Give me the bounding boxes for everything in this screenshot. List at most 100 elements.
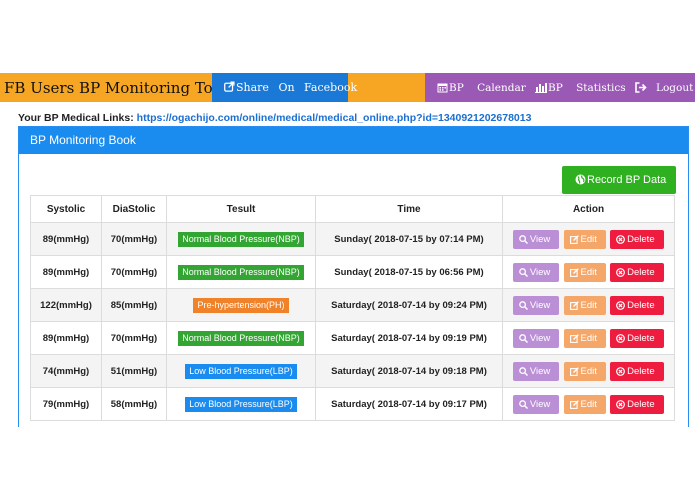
edit-button[interactable]: Edit <box>563 328 606 348</box>
edit-button[interactable]: Edit <box>563 295 606 315</box>
nav-label: BP Calendar <box>449 82 526 94</box>
time-cell: Sunday( 2018-07-15 by 07:14 PM) <box>315 222 503 256</box>
col-systolic: Systolic <box>30 195 102 223</box>
edit-label: Edit <box>580 266 597 278</box>
record-bp-button[interactable]: Record BP Data <box>562 166 676 194</box>
systolic-cell: 122(mmHg) <box>30 288 102 322</box>
col-time: Time <box>315 195 503 223</box>
delete-label: Delete <box>627 233 655 245</box>
nav-bp-calendar[interactable]: BP Calendar <box>435 73 526 102</box>
view-button[interactable]: View <box>512 328 559 348</box>
systolic-cell: 79(mmHg) <box>30 387 102 421</box>
edit-label: Edit <box>580 299 597 311</box>
table-row: 79(mmHg) 58(mmHg) Low Blood Pressure(LBP) S… <box>30 387 675 421</box>
time-cell: Saturday( 2018-07-14 by 09:24 PM) <box>315 288 503 322</box>
view-label: View <box>529 398 551 410</box>
main-nav: BP Calendar BP Statistics Logout <box>425 73 695 102</box>
result-cell: Normal Blood Pressure(NBP) <box>166 222 316 256</box>
edit-button[interactable]: Edit <box>563 394 606 414</box>
view-button[interactable]: View <box>512 295 559 315</box>
nav-label: Logout <box>656 82 694 94</box>
time-cell: Sunday( 2018-07-15 by 06:56 PM) <box>315 255 503 289</box>
nav-logout[interactable]: Logout <box>633 73 695 102</box>
nav-label: BP Statistics <box>548 82 626 94</box>
table-row: 89(mmHg) 70(mmHg) Normal Blood Pressure(NB… <box>30 321 675 355</box>
col-diastolic: DiaStolic <box>101 195 167 223</box>
bp-monitoring-panel: BP Monitoring Book Record BP Data Systol… <box>18 126 689 427</box>
view-label: View <box>529 332 551 344</box>
systolic-cell: 74(mmHg) <box>30 354 102 388</box>
edit-button[interactable]: Edit <box>563 361 606 381</box>
calendar-icon <box>437 83 448 93</box>
table-row: 89(mmHg) 70(mmHg) Normal Blood Pressure(NB… <box>30 255 675 289</box>
edit-icon <box>569 300 579 310</box>
delete-icon <box>616 300 626 310</box>
globe-icon <box>575 174 586 185</box>
zoom-icon <box>519 399 528 409</box>
edit-label: Edit <box>580 233 597 245</box>
medical-link[interactable]: https://ogachijo.com/online/medical/medi… <box>137 112 532 124</box>
result-cell: Normal Blood Pressure(NBP) <box>166 321 316 355</box>
edit-button[interactable]: Edit <box>563 262 606 282</box>
edit-icon <box>569 234 579 244</box>
result-cell: Normal Blood Pressure(NBP) <box>166 255 316 289</box>
action-cell: View Edit Delete <box>502 387 675 421</box>
result-badge: Pre-hypertension(PH) <box>193 297 289 313</box>
edit-button[interactable]: Edit <box>563 229 606 249</box>
systolic-cell: 89(mmHg) <box>30 321 102 355</box>
table-header-row: Systolic DiaStolic Tesult Time Action <box>30 195 675 223</box>
links-label: Your BP Medical Links: <box>18 112 134 124</box>
diastolic-cell: 70(mmHg) <box>101 321 167 355</box>
diastolic-cell: 70(mmHg) <box>101 255 167 289</box>
view-label: View <box>529 233 551 245</box>
action-cell: View Edit Delete <box>502 354 675 388</box>
view-button[interactable]: View <box>512 229 559 249</box>
share-label: Share On Facebook <box>236 81 358 94</box>
delete-button[interactable]: Delete <box>610 229 665 249</box>
edit-icon <box>569 333 579 343</box>
delete-label: Delete <box>627 299 655 311</box>
table-row: 122(mmHg) 85(mmHg) Pre-hypertension(PH) Sat… <box>30 288 675 322</box>
edit-icon <box>569 366 579 376</box>
bp-table: Systolic DiaStolic Tesult Time Action 89… <box>30 195 675 421</box>
share-icon <box>224 81 235 92</box>
result-badge: Low Blood Pressure(LBP) <box>185 396 297 412</box>
delete-label: Delete <box>627 398 655 410</box>
edit-label: Edit <box>580 332 597 344</box>
action-cell: View Edit Delete <box>502 222 675 256</box>
result-badge: Low Blood Pressure(LBP) <box>185 363 297 379</box>
delete-button[interactable]: Delete <box>610 394 665 414</box>
zoom-icon <box>519 234 528 244</box>
zoom-icon <box>519 300 528 310</box>
view-label: View <box>529 299 551 311</box>
systolic-cell: 89(mmHg) <box>30 222 102 256</box>
edit-label: Edit <box>580 365 597 377</box>
top-bar: FB Users BP Monitoring Tools Share On Fa… <box>0 73 695 102</box>
view-button[interactable]: View <box>512 262 559 282</box>
delete-icon <box>616 399 626 409</box>
edit-icon <box>569 267 579 277</box>
bar-chart-icon <box>535 83 547 93</box>
systolic-cell: 89(mmHg) <box>30 255 102 289</box>
edit-label: Edit <box>580 398 597 410</box>
table-row: 74(mmHg) 51(mmHg) Low Blood Pressure(LBP) S… <box>30 354 675 388</box>
app-title: FB Users BP Monitoring Tools <box>4 79 235 97</box>
record-label: Record BP Data <box>587 174 667 186</box>
time-cell: Saturday( 2018-07-14 by 09:17 PM) <box>315 387 503 421</box>
view-button[interactable]: View <box>512 394 559 414</box>
result-cell: Low Blood Pressure(LBP) <box>166 354 316 388</box>
delete-button[interactable]: Delete <box>610 361 665 381</box>
share-facebook-button[interactable]: Share On Facebook <box>212 73 357 102</box>
nav-bp-statistics[interactable]: BP Statistics <box>535 73 626 102</box>
delete-button[interactable]: Delete <box>610 328 665 348</box>
diastolic-cell: 58(mmHg) <box>101 387 167 421</box>
action-cell: View Edit Delete <box>502 255 675 289</box>
view-button[interactable]: View <box>512 361 559 381</box>
delete-label: Delete <box>627 332 655 344</box>
logout-icon <box>635 82 647 93</box>
delete-icon <box>616 366 626 376</box>
delete-button[interactable]: Delete <box>610 262 665 282</box>
edit-icon <box>569 399 579 409</box>
delete-button[interactable]: Delete <box>610 295 665 315</box>
time-cell: Saturday( 2018-07-14 by 09:18 PM) <box>315 354 503 388</box>
